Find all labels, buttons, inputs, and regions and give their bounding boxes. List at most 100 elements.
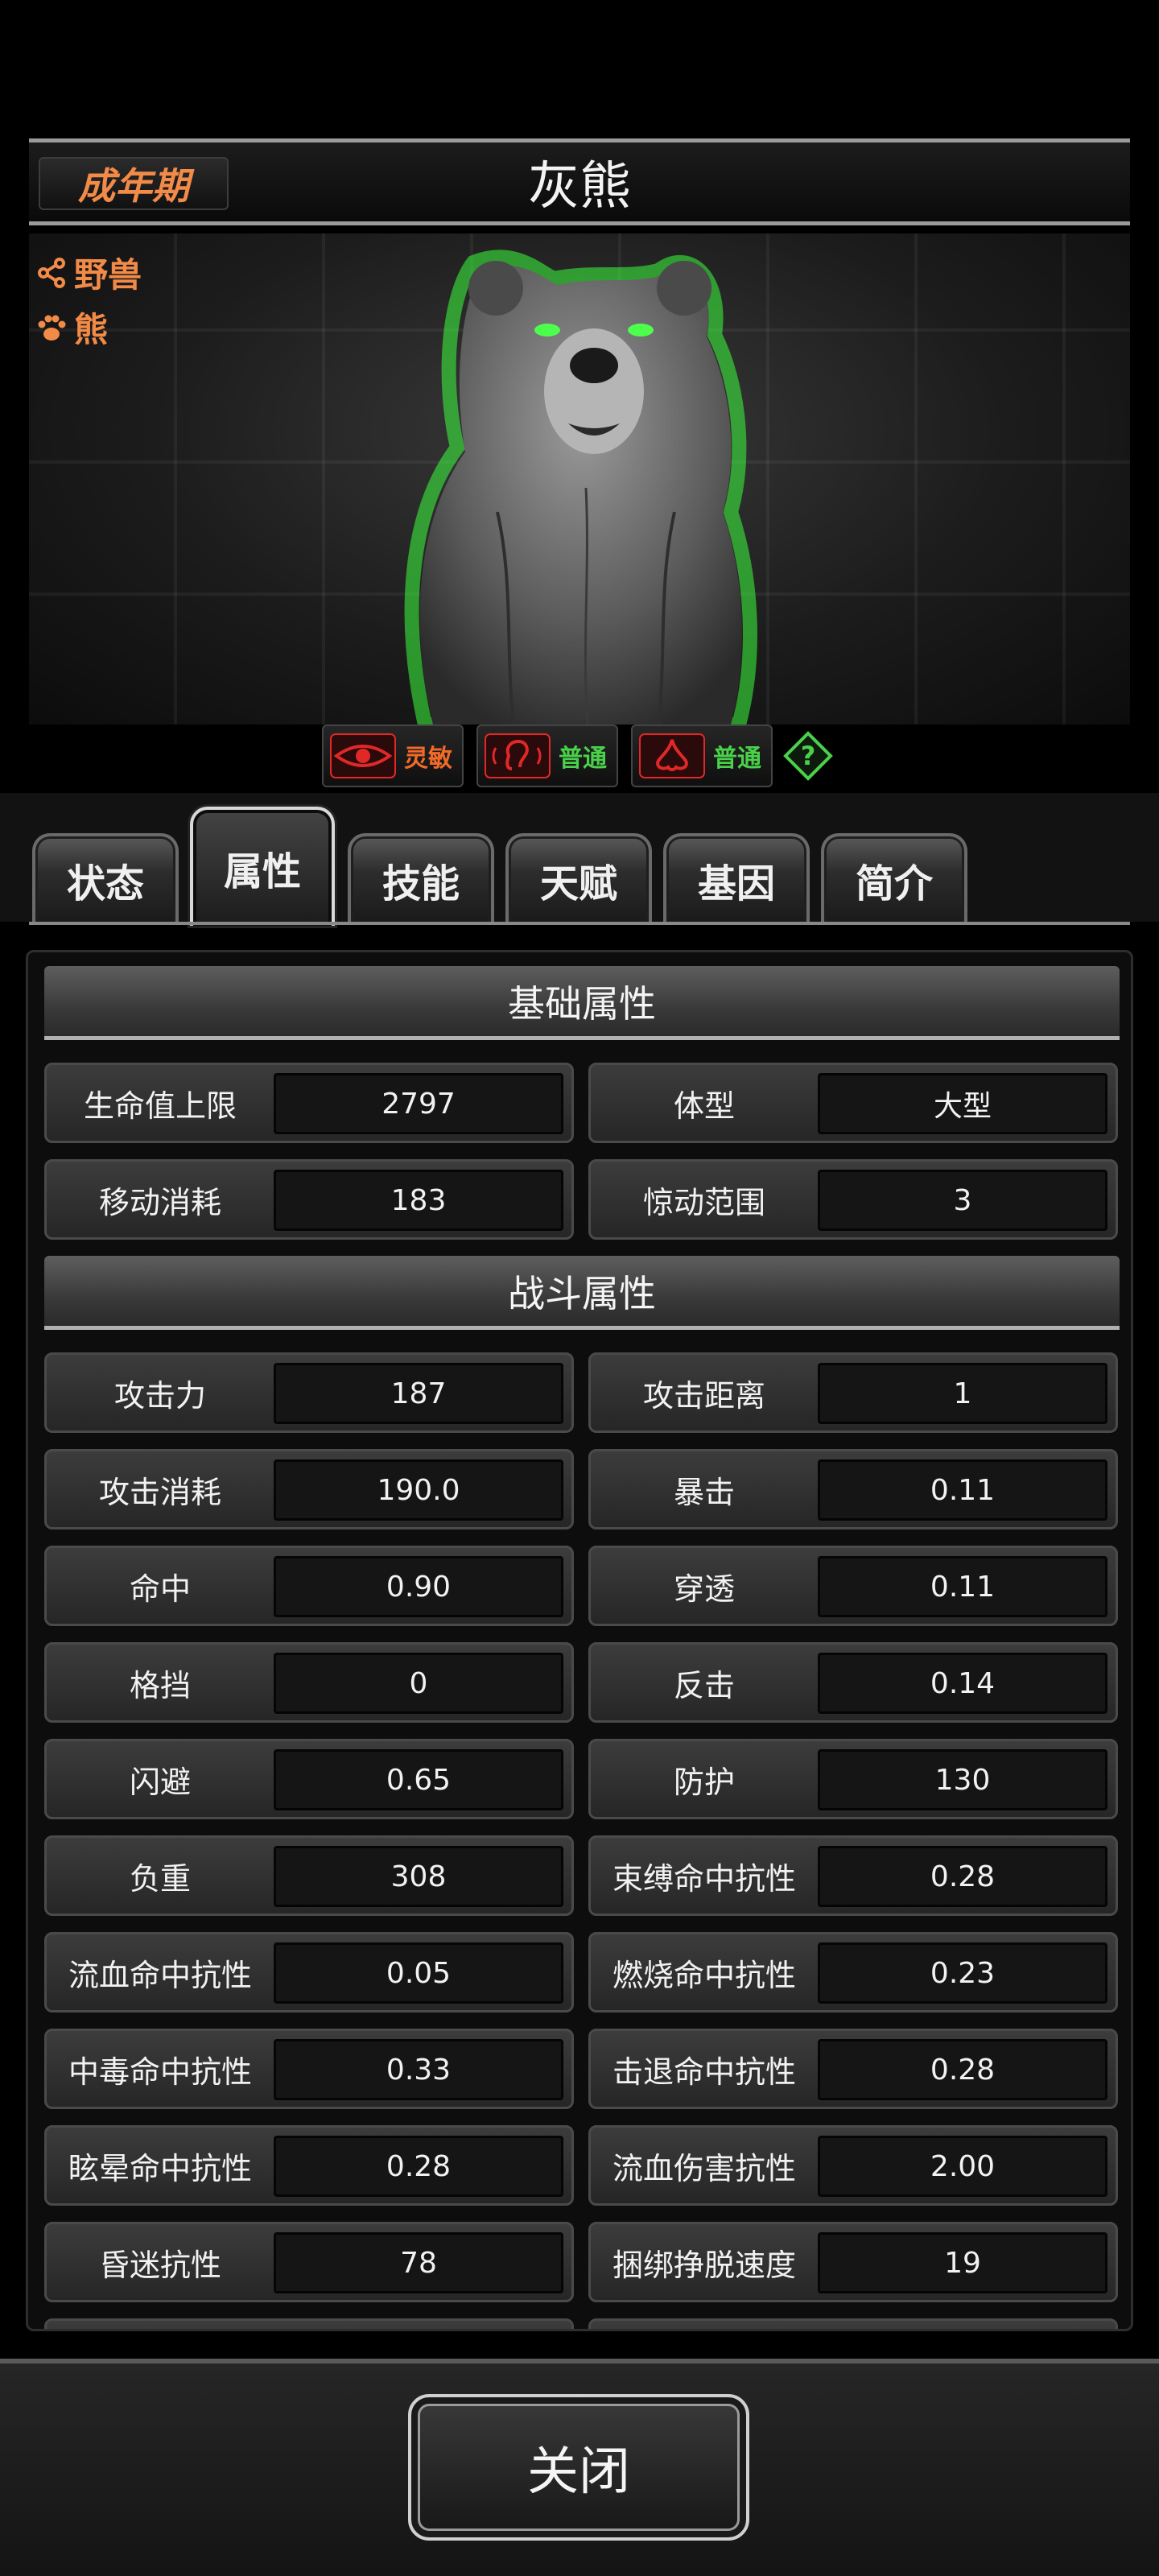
- stat-label: 流血伤害抗性: [612, 2150, 796, 2186]
- sense-smell[interactable]: 普通: [631, 724, 773, 787]
- tab-attributes[interactable]: 属性: [190, 807, 335, 926]
- stat-label: 反击: [673, 1667, 735, 1703]
- stat-carry-weight: 负重 308: [44, 1835, 574, 1916]
- stat-value: 3: [818, 1170, 1107, 1231]
- stat-value: 78: [274, 2232, 563, 2293]
- stat-value: 0.33: [274, 2039, 563, 2100]
- sense-sight-level: 灵敏: [404, 745, 452, 773]
- stat-label: 捆绑挣脱速度: [612, 2247, 796, 2283]
- stat-cell-clipped: [44, 2318, 574, 2329]
- tab-skills[interactable]: 技能: [348, 833, 494, 923]
- stat-knockback-hit-resistance: 击退命中抗性 0.28: [588, 2029, 1118, 2109]
- category-tag: 野兽: [35, 248, 142, 297]
- stat-label: 燃烧命中抗性: [612, 1957, 796, 1993]
- stat-value: 0.28: [818, 1846, 1107, 1907]
- sense-smell-level: 普通: [713, 745, 761, 773]
- stat-label: 命中: [129, 1571, 191, 1607]
- help-icon[interactable]: ?: [782, 730, 834, 782]
- stat-block: 格挡 0: [44, 1642, 574, 1723]
- stat-label: 移动消耗: [98, 1184, 221, 1220]
- stat-penetration: 穿透 0.11: [588, 1546, 1118, 1626]
- stat-value: 0.90: [274, 1556, 563, 1617]
- stat-coma-resistance: 昏迷抗性 78: [44, 2222, 574, 2302]
- stat-attack-range: 攻击距离 1: [588, 1352, 1118, 1433]
- species-tag: 熊: [35, 303, 108, 352]
- tab-genes[interactable]: 基因: [663, 833, 810, 923]
- grizzly-bear-illustration: [404, 250, 757, 724]
- stat-label: 负重: [129, 1860, 191, 1897]
- stat-value: 2.00: [818, 2136, 1107, 2197]
- stat-counter: 反击 0.14: [588, 1642, 1118, 1723]
- stat-label: 攻击消耗: [98, 1474, 221, 1510]
- stat-label: 眩晕命中抗性: [68, 2150, 252, 2186]
- creature-portrait: 野兽 熊: [29, 233, 1130, 724]
- senses-row: 灵敏 普通 普通 ?: [322, 724, 834, 787]
- category-label: 野兽: [74, 255, 142, 295]
- stat-label: 闪避: [129, 1764, 191, 1800]
- stat-cell-clipped: [588, 2318, 1118, 2329]
- tab-status[interactable]: 状态: [32, 833, 179, 923]
- tab-intro[interactable]: 简介: [821, 833, 967, 923]
- sense-sight[interactable]: 灵敏: [322, 724, 464, 787]
- stat-move-cost: 移动消耗 183: [44, 1159, 574, 1240]
- stat-label: 击退命中抗性: [612, 2054, 796, 2090]
- stat-label: 格挡: [129, 1667, 191, 1703]
- stat-max-hp: 生命值上限 2797: [44, 1063, 574, 1143]
- stat-value: 0.28: [818, 2039, 1107, 2100]
- eye-icon: [330, 733, 396, 778]
- stat-label: 中毒命中抗性: [68, 2054, 252, 2090]
- paw-icon: [38, 315, 66, 341]
- stat-value: 1: [818, 1363, 1107, 1424]
- stat-label: 体型: [673, 1088, 735, 1124]
- stat-label: 暴击: [673, 1474, 735, 1510]
- svg-text:?: ?: [801, 741, 816, 771]
- stat-value: 0: [274, 1653, 563, 1714]
- sense-hearing[interactable]: 普通: [476, 724, 618, 787]
- stat-alert-range: 惊动范围 3: [588, 1159, 1118, 1240]
- stat-bleed-hit-resistance: 流血命中抗性 0.05: [44, 1932, 574, 2013]
- stat-dodge: 闪避 0.65: [44, 1739, 574, 1819]
- sense-hearing-level: 普通: [559, 745, 607, 773]
- stat-value: 0.28: [274, 2136, 563, 2197]
- stat-label: 惊动范围: [642, 1184, 765, 1220]
- ear-icon: [485, 733, 551, 778]
- stat-burn-hit-resistance: 燃烧命中抗性 0.23: [588, 1932, 1118, 2013]
- growth-stage-badge: 成年期: [39, 157, 229, 210]
- stat-value: 0.11: [818, 1556, 1107, 1617]
- stat-value: 308: [274, 1846, 563, 1907]
- share-icon: [38, 257, 65, 288]
- attributes-panel[interactable]: 基础属性 生命值上限 2797 体型 大型 移动消耗 183 惊动范围 3 战斗…: [26, 950, 1133, 2331]
- stat-stun-hit-resistance: 眩晕命中抗性 0.28: [44, 2125, 574, 2206]
- stat-label: 昏迷抗性: [98, 2247, 221, 2283]
- stat-value: 19: [818, 2232, 1107, 2293]
- stat-label: 生命值上限: [83, 1088, 237, 1124]
- tab-talents[interactable]: 天赋: [505, 833, 652, 923]
- tab-baseline: [29, 922, 1130, 925]
- stat-value: 2797: [274, 1073, 563, 1134]
- stat-protection: 防护 130: [588, 1739, 1118, 1819]
- stat-value: 大型: [818, 1073, 1107, 1134]
- stat-label: 攻击距离: [642, 1377, 765, 1414]
- stat-label: 流血命中抗性: [68, 1957, 252, 1993]
- stat-label: 束缚命中抗性: [612, 1860, 796, 1897]
- stat-value: 130: [818, 1749, 1107, 1810]
- stat-attack-cost: 攻击消耗 190.0: [44, 1449, 574, 1530]
- header-bar: 灰熊 成年期: [29, 138, 1130, 225]
- stat-value: 0.23: [818, 1942, 1107, 2004]
- stat-poison-hit-resistance: 中毒命中抗性 0.33: [44, 2029, 574, 2109]
- stat-value: 0.65: [274, 1749, 563, 1810]
- stat-value: 0.11: [818, 1459, 1107, 1521]
- section-basic-attributes: 基础属性: [44, 966, 1120, 1040]
- stat-accuracy: 命中 0.90: [44, 1546, 574, 1626]
- stat-value: 183: [274, 1170, 563, 1231]
- stat-value: 190.0: [274, 1459, 563, 1521]
- species-label: 熊: [74, 310, 109, 349]
- stat-label: 穿透: [673, 1571, 735, 1607]
- stat-bind-escape-speed: 捆绑挣脱速度 19: [588, 2222, 1118, 2302]
- stat-value: 0.05: [274, 1942, 563, 2004]
- stat-value: 187: [274, 1363, 563, 1424]
- close-button[interactable]: 关闭: [408, 2394, 749, 2541]
- nose-icon: [639, 733, 705, 778]
- stat-label: 防护: [673, 1764, 735, 1800]
- stat-bind-hit-resistance: 束缚命中抗性 0.28: [588, 1835, 1118, 1916]
